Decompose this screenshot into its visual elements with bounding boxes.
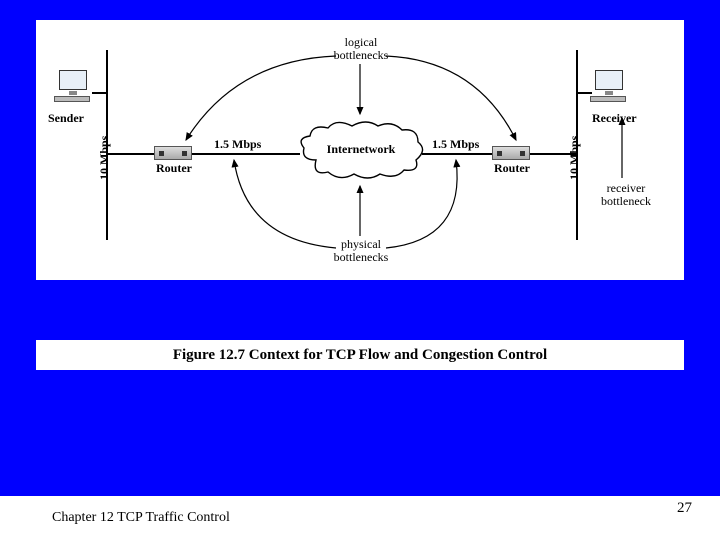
- router-right-icon: [492, 146, 530, 160]
- router-right-label: Router: [494, 162, 530, 175]
- lan-speed-right: 10 Mbps: [568, 136, 581, 180]
- diagram-area: Sender Receiver Router Router 10 Mbps 10…: [36, 20, 684, 280]
- internetwork-label: Internetwork: [296, 142, 426, 157]
- sender-label: Sender: [48, 112, 84, 125]
- internetwork-cloud-icon: Internetwork: [296, 120, 426, 180]
- wan-link-left: [192, 153, 300, 155]
- receiver-computer-icon: [588, 70, 630, 106]
- footer-text: Chapter 12 TCP Traffic Control: [52, 510, 230, 526]
- receiver-bottleneck-label: receiver bottleneck: [596, 182, 656, 207]
- logical-bottlenecks-label: logical bottlenecks: [326, 36, 396, 61]
- sender-computer-icon: [52, 70, 94, 106]
- page-number: 27: [677, 500, 692, 517]
- wan-speed-left: 1.5 Mbps: [214, 138, 261, 151]
- slide-footer: Chapter 12 TCP Traffic Control 27: [0, 496, 720, 540]
- physical-bottlenecks-label: physical bottlenecks: [326, 238, 396, 263]
- lan-speed-left: 10 Mbps: [98, 136, 111, 180]
- wan-speed-right: 1.5 Mbps: [432, 138, 479, 151]
- router-left-label: Router: [156, 162, 192, 175]
- receiver-label: Receiver: [592, 112, 637, 125]
- wan-link-right: [422, 153, 492, 155]
- sender-connector: [92, 92, 106, 94]
- figure-caption-bar: Figure 12.7 Context for TCP Flow and Con…: [36, 340, 684, 370]
- router-left-icon: [154, 146, 192, 160]
- figure-caption: Figure 12.7 Context for TCP Flow and Con…: [173, 347, 547, 364]
- receiver-connector: [578, 92, 592, 94]
- router-left-connector: [108, 153, 154, 155]
